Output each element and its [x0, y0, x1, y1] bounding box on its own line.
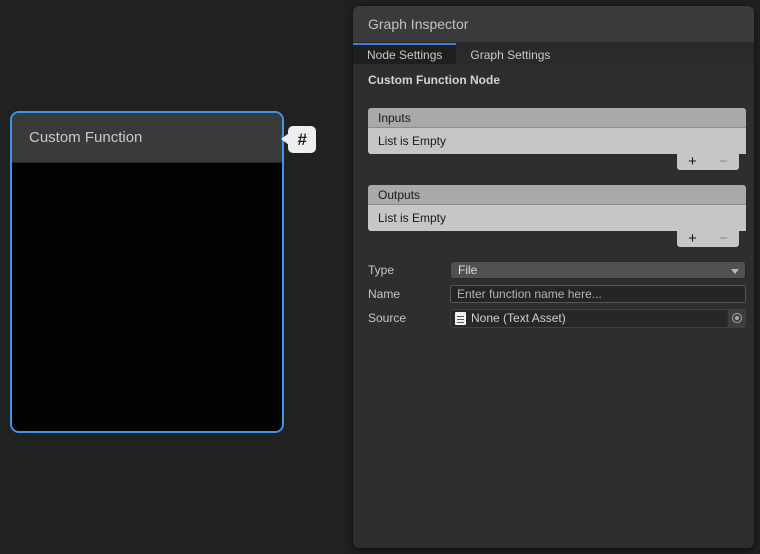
type-dropdown[interactable]: File: [450, 261, 746, 279]
name-label: Name: [368, 287, 450, 301]
node-header[interactable]: Custom Function: [12, 113, 282, 163]
inputs-list-header: Inputs: [368, 108, 746, 128]
hash-badge[interactable]: #: [288, 126, 316, 153]
shader-graph-window: Custom Function # Graph Inspector Node S…: [0, 0, 760, 554]
outputs-list: Outputs List is Empty + −: [368, 185, 746, 247]
inputs-remove-button[interactable]: −: [719, 155, 728, 169]
object-picker-button[interactable]: [727, 310, 745, 327]
outputs-list-footer-row: + −: [368, 231, 746, 247]
outputs-add-button[interactable]: +: [688, 232, 697, 246]
outputs-list-footer: + −: [677, 231, 739, 247]
inputs-list: Inputs List is Empty + −: [368, 108, 746, 170]
source-label: Source: [368, 311, 450, 325]
inspector-tab-bar: Node Settings Graph Settings: [353, 43, 754, 64]
outputs-remove-button[interactable]: −: [719, 232, 728, 246]
type-dropdown-value: File: [458, 263, 477, 277]
name-row: Name: [368, 285, 746, 303]
graph-inspector-panel: Graph Inspector Node Settings Graph Sett…: [353, 6, 754, 548]
node-body: [12, 163, 282, 432]
node-settings-heading: Custom Function Node: [368, 73, 746, 88]
panel-title-bar[interactable]: Graph Inspector: [353, 6, 754, 43]
type-row: Type File: [368, 261, 746, 279]
source-row: Source None (Text Asset): [368, 309, 746, 327]
inspector-content: Custom Function Node Inputs List is Empt…: [353, 64, 754, 327]
source-object-field[interactable]: None (Text Asset): [450, 309, 746, 328]
panel-title: Graph Inspector: [368, 16, 468, 32]
inputs-list-body: List is Empty: [368, 128, 746, 154]
source-object-value: None (Text Asset): [471, 311, 566, 325]
hash-icon: #: [297, 130, 306, 150]
inputs-list-footer-row: + −: [368, 154, 746, 170]
inputs-list-footer: + −: [677, 154, 739, 170]
outputs-list-title: Outputs: [378, 188, 420, 202]
node-settings-form: Type File Name Source None (Text Asset): [368, 261, 746, 327]
outputs-list-body: List is Empty: [368, 205, 746, 231]
text-asset-icon: [455, 312, 466, 325]
tab-graph-settings[interactable]: Graph Settings: [456, 43, 564, 64]
node-title: Custom Function: [29, 129, 142, 146]
chevron-down-icon: [731, 269, 739, 274]
inputs-add-button[interactable]: +: [688, 155, 697, 169]
object-picker-icon: [732, 313, 742, 323]
name-input[interactable]: [450, 285, 746, 303]
tab-node-settings-label: Node Settings: [367, 48, 442, 62]
inputs-empty-text: List is Empty: [378, 134, 446, 148]
custom-function-node[interactable]: Custom Function: [10, 111, 284, 433]
tab-node-settings[interactable]: Node Settings: [353, 43, 456, 64]
inputs-list-title: Inputs: [378, 111, 411, 125]
type-label: Type: [368, 263, 450, 277]
tab-graph-settings-label: Graph Settings: [470, 48, 550, 62]
outputs-empty-text: List is Empty: [378, 211, 446, 225]
outputs-list-header: Outputs: [368, 185, 746, 205]
